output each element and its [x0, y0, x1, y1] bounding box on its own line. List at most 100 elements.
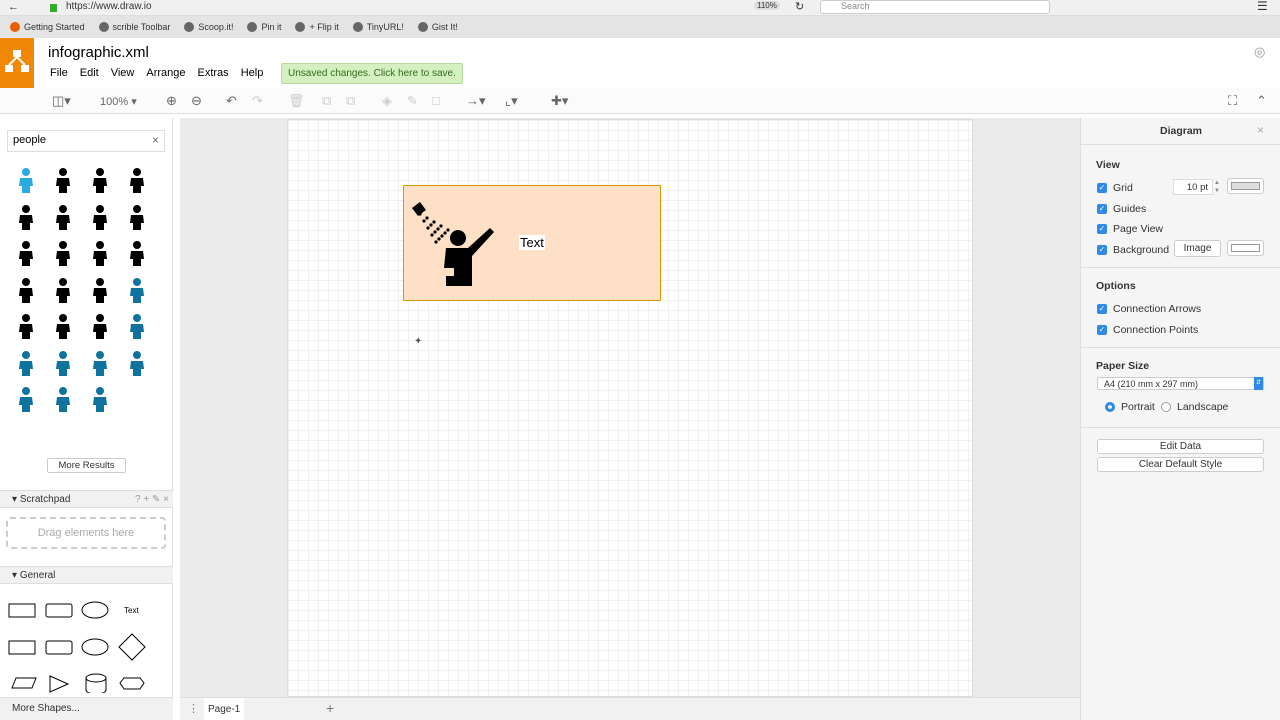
people-shape[interactable] [81, 381, 118, 418]
menu-arrange[interactable]: Arrange [146, 67, 185, 79]
background-checkbox[interactable]: ✓ Background [1097, 244, 1169, 256]
options-heading: Options [1096, 280, 1136, 292]
close-panel-icon[interactable]: × [1257, 123, 1264, 137]
clear-default-style-button[interactable]: Clear Default Style [1097, 457, 1264, 472]
people-shape[interactable] [118, 199, 155, 236]
portrait-radio[interactable]: Portrait [1105, 401, 1155, 413]
language-globe-icon[interactable]: ◎ [1254, 44, 1265, 60]
people-shape[interactable] [7, 272, 44, 309]
reload-icon[interactable]: ↻ [795, 0, 804, 13]
menu-edit[interactable]: Edit [80, 67, 99, 79]
add-page-icon[interactable]: + [326, 700, 334, 716]
people-shape[interactable] [118, 272, 155, 309]
bookmark-4[interactable]: + Flip it [295, 22, 339, 32]
zoom-out-icon[interactable]: ⊖ [191, 93, 202, 109]
bookmark-3[interactable]: Pin it [247, 22, 281, 32]
menu-view[interactable]: View [111, 67, 135, 79]
menu-help[interactable]: Help [241, 67, 264, 79]
pages-menu-icon[interactable]: ⋮ [188, 702, 199, 715]
people-shape[interactable] [81, 235, 118, 272]
people-shape[interactable] [44, 272, 81, 309]
url-field[interactable]: https://www.draw.io [66, 1, 152, 12]
clear-search-icon[interactable]: × [152, 133, 159, 147]
more-results-button[interactable]: More Results [47, 458, 126, 473]
insert-icon[interactable]: ✚▾ [551, 93, 568, 109]
people-shape[interactable] [118, 162, 155, 199]
shape-search-input[interactable]: people × [7, 130, 165, 152]
scratchpad-dropzone[interactable]: Drag elements here [6, 517, 166, 549]
to-back-icon[interactable]: ⧉ [346, 93, 355, 109]
delete-icon[interactable]: 🗑 [288, 93, 305, 109]
people-shape[interactable] [7, 308, 44, 345]
people-shape[interactable] [118, 235, 155, 272]
grid-size-stepper[interactable]: ▲ ▼ [1214, 179, 1220, 195]
menu-extras[interactable]: Extras [198, 67, 229, 79]
zoom-in-icon[interactable]: ⊕ [166, 93, 177, 109]
undo-icon[interactable]: ↶ [226, 93, 237, 109]
people-shape[interactable] [44, 308, 81, 345]
fill-color-icon[interactable]: ◈ [382, 93, 392, 109]
waypoints-icon[interactable]: ⌞▾ [505, 93, 518, 109]
to-front-icon[interactable]: ⧉ [322, 93, 331, 109]
connection-arrows-checkbox[interactable]: ✓ Connection Arrows [1097, 303, 1201, 315]
people-shape[interactable] [7, 381, 44, 418]
paper-size-select[interactable]: A4 (210 mm x 297 mm) ⇵ [1097, 377, 1264, 390]
fullscreen-icon[interactable]: ⛶ [1228, 93, 1237, 109]
people-shape[interactable] [118, 308, 155, 345]
tab-page-1[interactable]: Page-1 [204, 698, 245, 720]
shape-label[interactable]: Text [519, 235, 545, 250]
hamburger-menu-icon[interactable]: ☰ [1257, 0, 1268, 13]
more-shapes-button[interactable]: More Shapes... [0, 697, 173, 720]
zoom-select[interactable]: 100% ▾ [100, 95, 137, 108]
people-shape[interactable] [7, 199, 44, 236]
collapse-icon[interactable]: ⌃ [1256, 93, 1267, 109]
scratchpad-header[interactable]: ▾ Scratchpad? + ✎ × [0, 490, 173, 508]
connection-style-icon[interactable]: →▾ [466, 93, 486, 109]
people-shape[interactable] [44, 381, 81, 418]
format-panel-toggle-icon[interactable]: ◫▾ [52, 93, 71, 109]
page-view-checkbox[interactable]: ✓ Page View [1097, 223, 1163, 235]
people-shape[interactable] [81, 272, 118, 309]
people-shape[interactable] [81, 345, 118, 382]
people-shape[interactable] [81, 162, 118, 199]
background-image-button[interactable]: Image [1174, 240, 1221, 257]
grid-size-input[interactable]: 10 pt [1173, 179, 1213, 195]
background-color-button[interactable] [1227, 240, 1264, 256]
people-shape[interactable] [7, 235, 44, 272]
people-shape[interactable] [118, 345, 155, 382]
edit-data-button[interactable]: Edit Data [1097, 439, 1264, 454]
people-shape[interactable] [7, 345, 44, 382]
unsaved-changes-button[interactable]: Unsaved changes. Click here to save. [281, 63, 463, 84]
grid-checkbox[interactable]: ✓ Grid [1097, 182, 1133, 194]
people-shape[interactable] [44, 345, 81, 382]
back-icon[interactable]: ← [8, 1, 19, 13]
people-shape[interactable] [81, 199, 118, 236]
scratchpad-actions-icon[interactable]: ? + ✎ × [135, 494, 169, 505]
people-shape[interactable] [7, 162, 44, 199]
people-shape[interactable] [44, 199, 81, 236]
connection-points-checkbox[interactable]: ✓ Connection Points [1097, 324, 1198, 336]
people-shape[interactable] [44, 162, 81, 199]
bookmark-1[interactable]: scrible Toolbar [98, 22, 170, 32]
zoom-badge[interactable]: 110% [754, 1, 780, 10]
people-shape[interactable] [81, 308, 118, 345]
people-shape[interactable] [44, 235, 81, 272]
redo-icon[interactable]: ↷ [252, 93, 263, 109]
browser-search-input[interactable]: Search [820, 0, 1050, 14]
bookmark-2[interactable]: Scoop.it! [184, 22, 233, 32]
guides-checkbox[interactable]: ✓ Guides [1097, 203, 1146, 215]
person-icon [18, 314, 33, 340]
bookmark-0[interactable]: Getting Started [10, 22, 85, 32]
grid-color-button[interactable] [1227, 178, 1264, 194]
shape-card[interactable]: Text [403, 185, 661, 301]
general-header[interactable]: ▾ General [0, 566, 173, 584]
line-color-icon[interactable]: ✎ [407, 93, 418, 109]
menu-file[interactable]: File [50, 67, 68, 79]
water-drop [443, 231, 447, 235]
file-title[interactable]: infographic.xml [48, 44, 149, 61]
bookmark-5[interactable]: TinyURL! [352, 22, 404, 32]
general-shapes[interactable]: Text [6, 598, 166, 693]
shadow-icon[interactable]: □ [432, 93, 440, 108]
bookmark-6[interactable]: Gist It! [417, 22, 458, 32]
landscape-radio[interactable]: Landscape [1161, 401, 1228, 413]
